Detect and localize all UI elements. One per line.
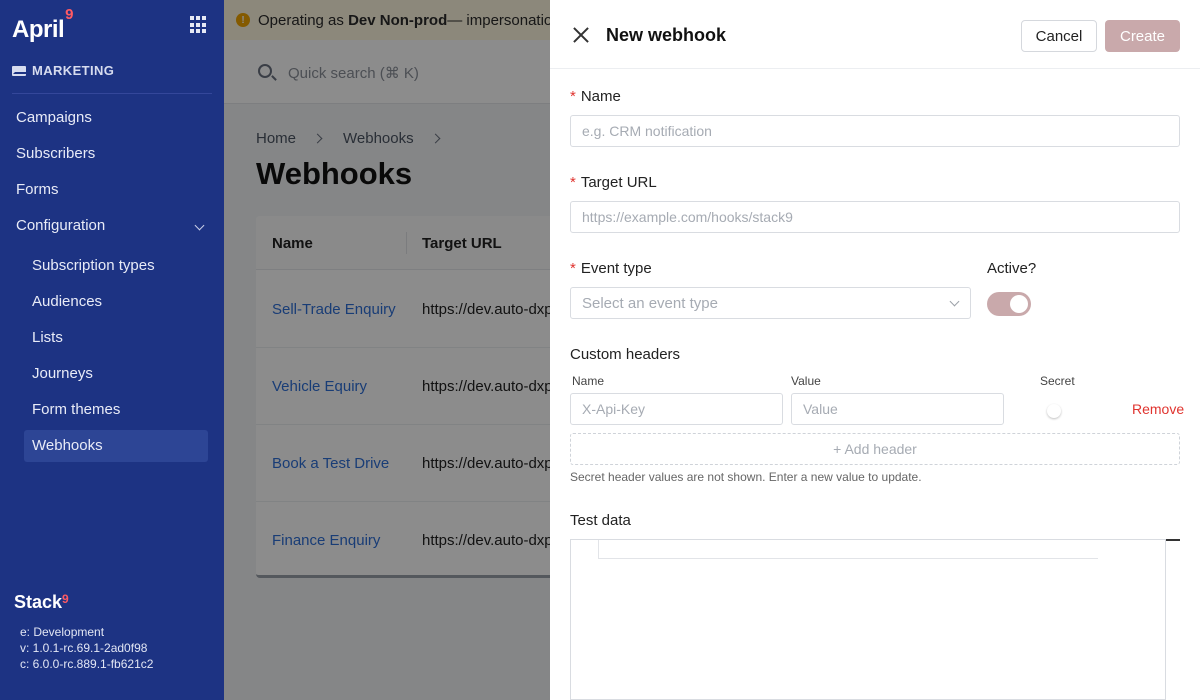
brand-logo[interactable]: April 9 (12, 6, 74, 46)
sidebar-item-forms[interactable]: Forms (16, 181, 59, 198)
cancel-button[interactable]: Cancel (1021, 20, 1097, 52)
sidebar-item-lists[interactable]: Lists (32, 329, 63, 346)
active-label: Active? (987, 260, 1037, 277)
header-name-input[interactable]: X-Api-Key (570, 393, 783, 425)
sidebar-item-journeys[interactable]: Journeys (32, 365, 93, 382)
secret-toggle[interactable] (1047, 404, 1061, 418)
chevron-down-icon[interactable] (194, 220, 205, 231)
editor-line (598, 540, 1098, 559)
sidebar-item-configuration[interactable]: Configuration (16, 217, 105, 234)
sidebar-item-form-themes[interactable]: Form themes (32, 401, 120, 418)
sidebar: April 9 MARKETING Campaigns Subscribers … (0, 0, 224, 700)
sidebar-item-audiences[interactable]: Audiences (32, 293, 102, 310)
stack-logo: Stack9 (14, 592, 69, 613)
remove-header-button[interactable]: Remove (1132, 401, 1184, 417)
target-url-input[interactable]: https://example.com/hooks/stack9 (570, 201, 1180, 233)
target-url-label: * Target URL (570, 174, 657, 191)
section-label: MARKETING (32, 63, 115, 78)
drawer-header: New webhook Cancel Create (550, 0, 1200, 69)
sidebar-item-webhooks[interactable]: Webhooks (32, 437, 103, 454)
modal-backdrop[interactable] (224, 0, 550, 700)
add-header-button[interactable]: + Add header (570, 433, 1180, 465)
toggle-knob (1010, 295, 1028, 313)
sidebar-item-subscribers[interactable]: Subscribers (16, 145, 95, 162)
create-button[interactable]: Create (1105, 20, 1180, 52)
core-version-info: c: 6.0.0-rc.889.1-fb621c2 (20, 657, 154, 671)
secret-hint-text: Secret header values are not shown. Ente… (570, 470, 922, 484)
custom-headers-label: Custom headers (570, 346, 681, 363)
divider (12, 93, 212, 94)
event-type-label: * Event type (570, 260, 652, 277)
section-marketing: MARKETING (12, 63, 114, 78)
name-input[interactable]: e.g. CRM notification (570, 115, 1180, 147)
header-secret-column-label: Secret (1040, 374, 1075, 388)
drawer-title: New webhook (606, 25, 727, 45)
brand-superscript: 9 (65, 6, 74, 23)
mail-icon (12, 65, 26, 76)
sidebar-item-subscription-types[interactable]: Subscription types (32, 257, 155, 274)
test-data-label: Test data (570, 512, 631, 529)
active-toggle[interactable] (987, 292, 1031, 316)
env-info: e: Development (20, 625, 105, 639)
chevron-down-icon (949, 296, 960, 307)
new-webhook-drawer: New webhook Cancel Create * Name e.g. CRM… (550, 0, 1200, 700)
name-label: * Name (570, 88, 621, 105)
stack-name: Stack (14, 592, 63, 612)
event-type-placeholder: Select an event type (582, 294, 718, 312)
version-info: v: 1.0.1-rc.69.1-2ad0f98 (20, 641, 148, 655)
header-value-input[interactable]: Value (791, 393, 1004, 425)
test-data-editor[interactable] (570, 539, 1166, 700)
apps-grid-icon[interactable] (190, 16, 208, 34)
header-name-column-label: Name (572, 374, 605, 388)
brand-name: April (12, 16, 65, 43)
close-icon[interactable] (572, 26, 590, 44)
event-type-select[interactable]: Select an event type (570, 287, 971, 319)
sidebar-item-campaigns[interactable]: Campaigns (16, 109, 92, 126)
stack-superscript: 9 (62, 592, 69, 606)
header-value-column-label: Value (791, 374, 821, 388)
scroll-indicator (1166, 539, 1180, 541)
